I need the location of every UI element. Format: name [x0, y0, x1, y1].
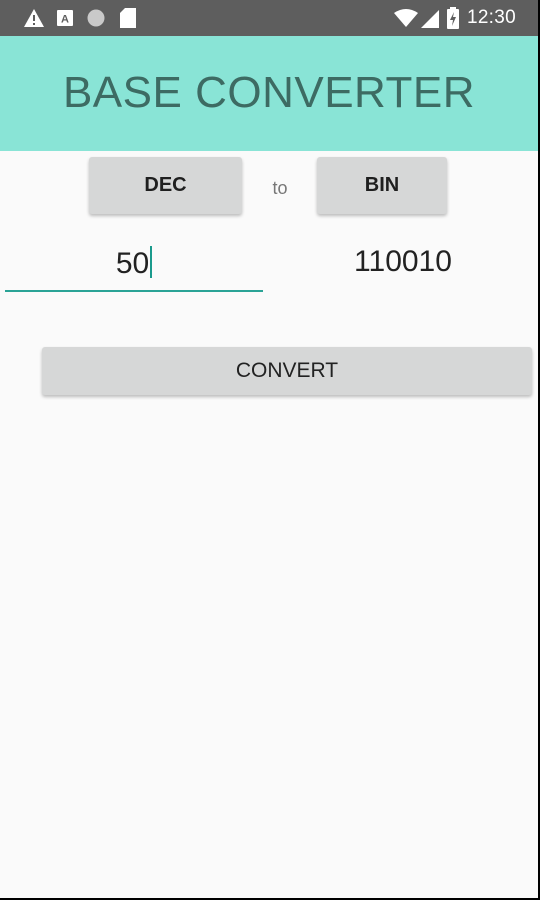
circle-icon — [87, 9, 105, 32]
sd-card-icon — [120, 8, 136, 33]
convert-button[interactable]: CONVERT — [42, 347, 532, 395]
input-text: 50 — [115, 247, 150, 280]
to-label: to — [272, 178, 288, 198]
result-value: 110010 — [354, 245, 452, 278]
alert-icon — [23, 8, 45, 33]
app-title: BASE CONVERTER — [62, 68, 476, 117]
status-bar: A 12:30 — [0, 0, 538, 36]
number-input-value: 50 — [5, 246, 263, 281]
from-base-button[interactable]: DEC — [89, 157, 242, 214]
svg-text:A: A — [61, 14, 69, 26]
to-base-button[interactable]: BIN — [317, 157, 447, 214]
number-input[interactable]: 50 — [5, 234, 263, 292]
app-screen: A 12:30 BASE CONVERTER DEC to BIN 50 110… — [0, 0, 540, 900]
text-caret — [150, 246, 153, 278]
app-bar: BASE CONVERTER — [0, 36, 538, 151]
wifi-icon — [394, 9, 418, 32]
battery-icon — [447, 7, 459, 34]
status-time: 12:30 — [466, 7, 516, 28]
text-a-icon: A — [57, 10, 73, 31]
signal-icon — [421, 10, 439, 33]
